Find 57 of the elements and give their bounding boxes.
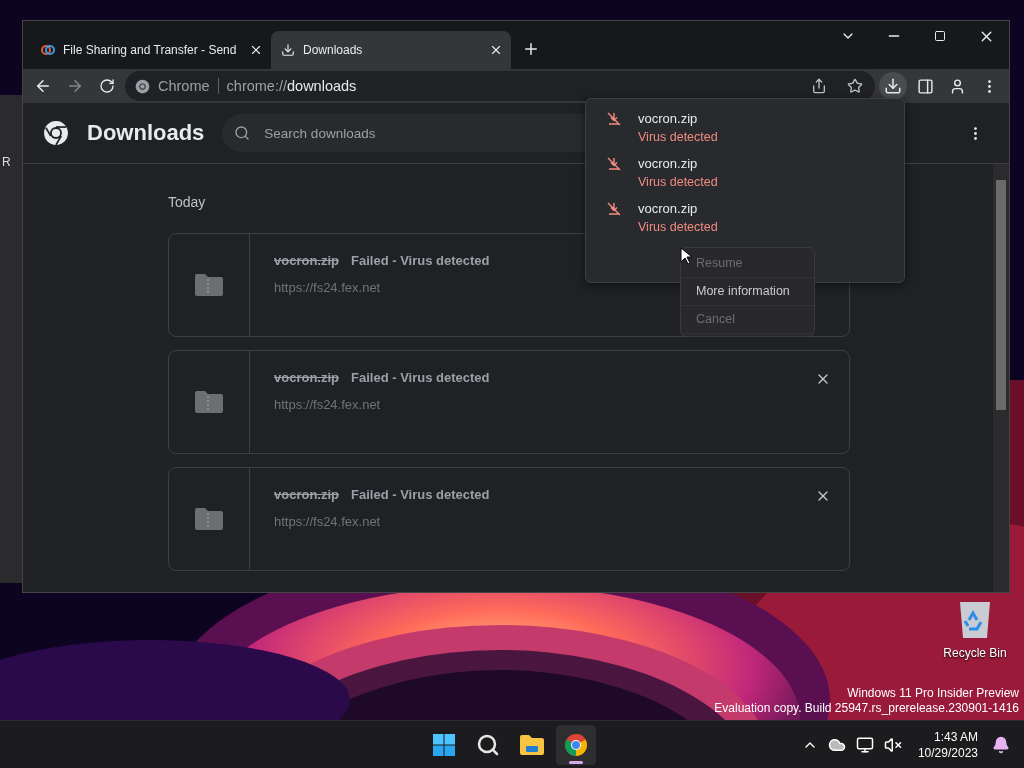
- download-status: Virus detected: [638, 220, 718, 234]
- browser-tab[interactable]: Downloads: [271, 31, 511, 69]
- forward-icon[interactable]: [66, 77, 84, 95]
- desktop-icon-label[interactable]: Recycle Bin: [943, 646, 1007, 660]
- download-status: Failed - Virus detected: [351, 253, 490, 268]
- folder-icon[interactable]: [519, 733, 545, 756]
- download-status: Failed - Virus detected: [351, 487, 490, 502]
- file-name[interactable]: vocron.zip: [638, 156, 718, 171]
- share-icon[interactable]: [811, 78, 827, 94]
- page-title: Downloads: [87, 120, 205, 146]
- zip-folder-icon: [194, 507, 224, 531]
- site-icon: [41, 43, 55, 57]
- reload-icon[interactable]: [99, 78, 115, 94]
- network-icon[interactable]: [855, 735, 874, 754]
- new-tab-icon[interactable]: [522, 40, 540, 58]
- windows-start-icon[interactable]: [432, 732, 456, 757]
- address-bar[interactable]: Chrome chrome://downloads: [125, 71, 875, 101]
- file-name: vocron.zip: [274, 253, 339, 268]
- zip-folder-icon: [194, 390, 224, 414]
- close-icon[interactable]: [489, 43, 503, 57]
- search-placeholder: Search downloads: [264, 125, 376, 141]
- watermark-text: Evaluation copy. Build 25947.rs_prerelease.230901-1416: [714, 701, 1019, 715]
- close-icon[interactable]: [249, 43, 263, 57]
- star-icon[interactable]: [847, 78, 863, 94]
- file-name[interactable]: vocron.zip: [638, 201, 718, 216]
- window-text: R: [2, 155, 11, 169]
- file-name: vocron.zip: [274, 370, 339, 385]
- download-icon[interactable]: [884, 77, 902, 95]
- chrome-logo-icon: [135, 78, 150, 94]
- blocked-download-icon: [606, 111, 622, 127]
- menu-item[interactable]: More information: [681, 278, 814, 306]
- download-status: Virus detected: [638, 130, 718, 144]
- chrome-icon: [564, 732, 588, 757]
- search-icon: [234, 125, 251, 141]
- bell-icon[interactable]: [992, 735, 1010, 754]
- chrome-logo-icon: [43, 120, 69, 146]
- download-status: Virus detected: [638, 175, 718, 189]
- download-status: Failed - Virus detected: [351, 370, 490, 385]
- side-panel-icon[interactable]: [916, 77, 934, 95]
- browser-tab[interactable]: File Sharing and Transfer - Send: [31, 31, 271, 69]
- scrollbar[interactable]: [993, 164, 1009, 592]
- mute-icon[interactable]: [883, 735, 902, 754]
- maximize-icon[interactable]: [934, 30, 946, 42]
- back-icon[interactable]: [34, 77, 52, 95]
- section-heading: Today: [168, 194, 206, 210]
- running-indicator: [569, 760, 583, 764]
- file-name[interactable]: vocron.zip: [638, 111, 718, 126]
- mouse-cursor-icon: [680, 247, 692, 265]
- zip-folder-icon: [194, 273, 224, 297]
- search-icon[interactable]: [476, 732, 500, 757]
- clock[interactable]: 1:43 AM 10/29/2023: [917, 729, 978, 760]
- blocked-download-icon: [606, 201, 622, 217]
- watermark-text: Windows 11 Pro Insider Preview: [847, 686, 1019, 700]
- blocked-download-icon: [606, 156, 622, 172]
- taskbar-button[interactable]: [556, 724, 596, 765]
- file-name: vocron.zip: [274, 487, 339, 502]
- download-icon: [281, 43, 295, 57]
